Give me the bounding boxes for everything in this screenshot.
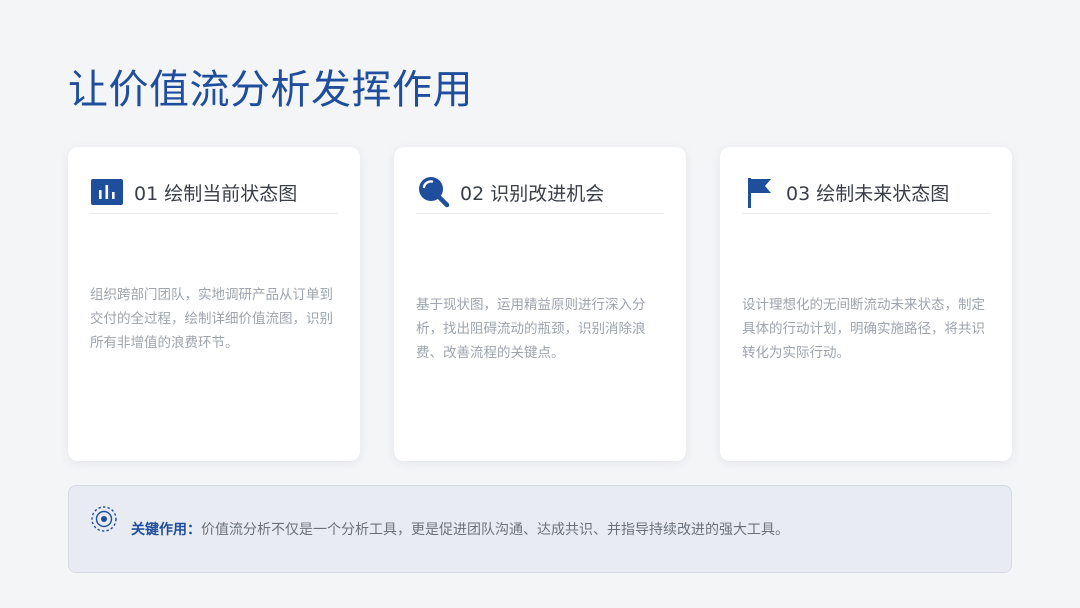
magnifier-icon: [416, 175, 450, 209]
card-description: 基于现状图，运用精益原则进行深入分析，找出阻碍流动的瓶颈，识别消除浪费、改善流程…: [416, 297, 646, 361]
note-content: 价值流分析不仅是一个分析工具，更是促进团队沟通、达成共识、并指导持续改进的强大工…: [201, 522, 789, 538]
card-header: 01 绘制当前状态图: [90, 171, 338, 214]
card-description: 设计理想化的无间断流动未来状态，制定具体的行动计划，明确实施路径，将共识转化为实…: [742, 297, 985, 361]
card-header: 03 绘制未来状态图: [742, 171, 990, 214]
key-role-note: 关键作用：价值流分析不仅是一个分析工具，更是促进团队沟通、达成共识、并指导持续改…: [68, 485, 1012, 573]
card-header: 02 识别改进机会: [416, 171, 664, 214]
card-title: 03 绘制未来状态图: [786, 182, 950, 205]
target-icon: [89, 504, 119, 534]
card-improvement: 02 识别改进机会 基于现状图，运用精益原则进行深入分析，找出阻碍流动的瓶颈，识…: [394, 147, 686, 461]
bar-chart-icon: [90, 175, 124, 209]
card-current-state: 01 绘制当前状态图 组织跨部门团队，实地调研产品从订单到交付的全过程，绘制详细…: [68, 147, 360, 461]
card-title: 02 识别改进机会: [460, 182, 605, 205]
page-title: 让价值流分析发挥作用: [68, 67, 473, 113]
card-description: 组织跨部门团队，实地调研产品从订单到交付的全过程，绘制详细价值流图，识别所有非增…: [90, 287, 333, 351]
note-label: 关键作用：: [131, 522, 201, 538]
card-title: 01 绘制当前状态图: [134, 182, 298, 205]
flag-icon: [742, 175, 776, 209]
note-text: 关键作用：价值流分析不仅是一个分析工具，更是促进团队沟通、达成共识、并指导持续改…: [131, 520, 789, 540]
card-future-state: 03 绘制未来状态图 设计理想化的无间断流动未来状态，制定具体的行动计划，明确实…: [720, 147, 1012, 461]
